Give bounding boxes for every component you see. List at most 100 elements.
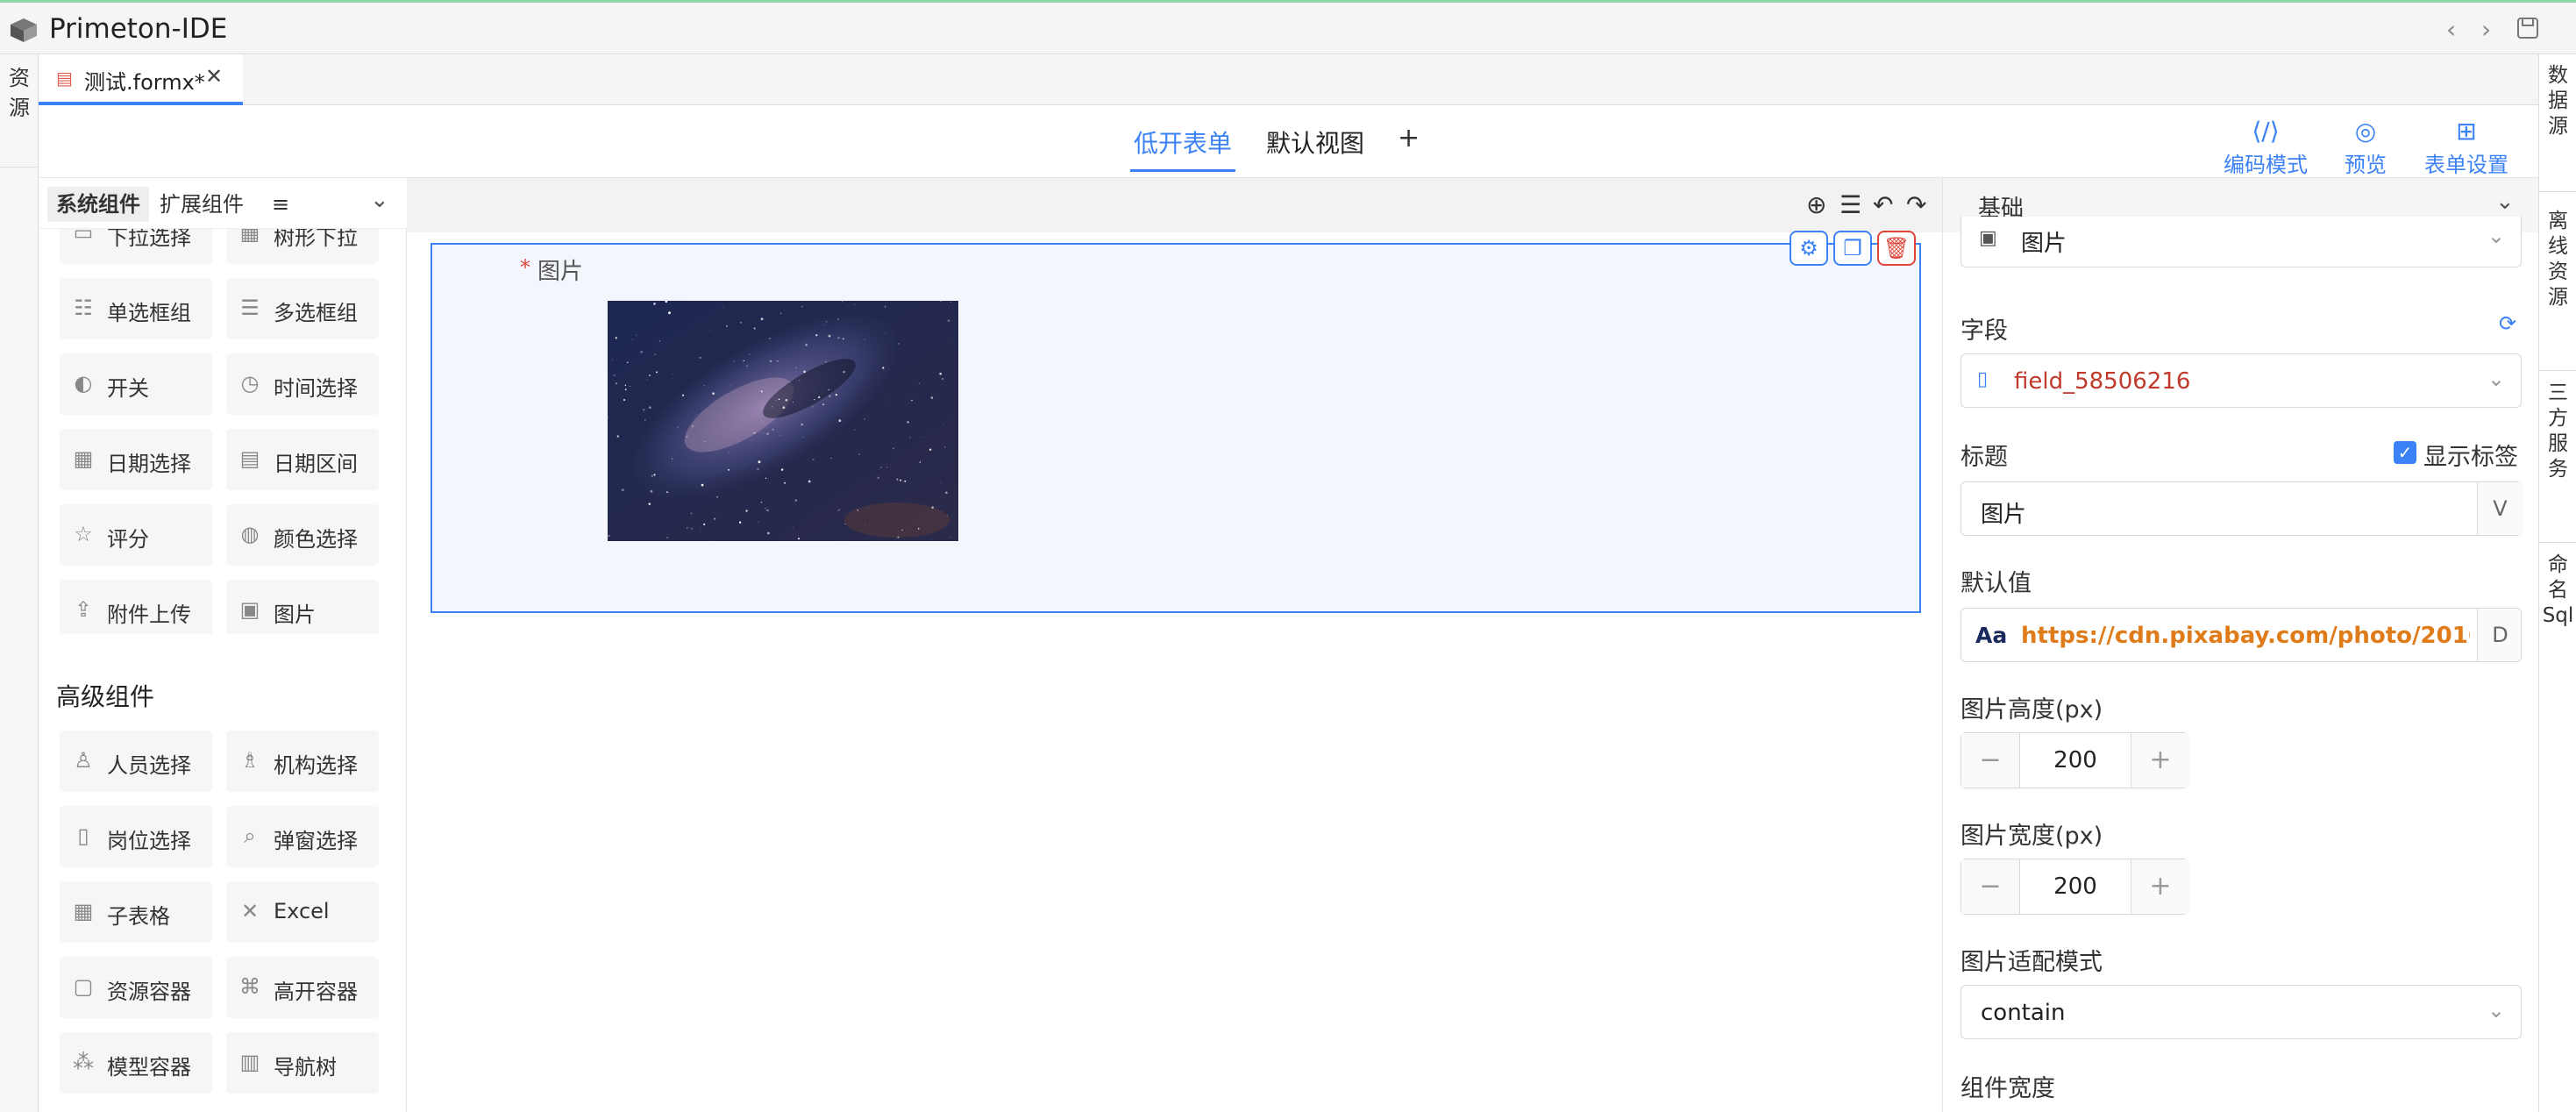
fit-mode-select[interactable]: contain ⌄: [1960, 985, 2522, 1039]
palette-item-excel[interactable]: ✕ Excel: [226, 881, 379, 943]
redo-icon[interactable]: ↷: [1906, 190, 1926, 219]
chevron-down-icon: ⌄: [2487, 224, 2505, 248]
palette-item-label: 导航树: [274, 1055, 337, 1080]
preview-label: 预览: [2345, 153, 2387, 177]
decrement-button[interactable]: −: [1961, 859, 2019, 914]
show-label-text: 显示标签: [2423, 444, 2518, 471]
decrement-button[interactable]: −: [1961, 733, 2019, 788]
add-view-button[interactable]: +: [1398, 123, 1420, 153]
palette-item-code-container[interactable]: ⌘ 高开容器: [226, 957, 379, 1018]
chevron-down-icon: ⌄: [2487, 367, 2505, 391]
advanced-components-grid: ♙ 人员选择 ♗ 机构选择 ▯ 岗位选择 ⌕ 弹窗选择 ▦ 子表格 ✕ Excel ▢ 资源容器 ⌘ 高开容器…: [39, 178, 407, 1112]
file-icon: ▤: [56, 68, 73, 89]
palette-item-popup-search[interactable]: ⌕ 弹窗选择: [226, 806, 379, 867]
image-height-stepper[interactable]: − 200 +: [1960, 732, 2189, 788]
default-value-text: https://cdn.pixabay.com/photo/2016/11/2: [2021, 623, 2470, 649]
palette-item-model[interactable]: ⁂ 模型容器: [60, 1032, 212, 1094]
copy-icon[interactable]: ❐: [1833, 231, 1872, 266]
refresh-icon[interactable]: ⟳: [2499, 311, 2516, 336]
rail-tab-datasource[interactable]: 数据源: [2539, 63, 2576, 139]
palette-item-org[interactable]: ♗ 机构选择: [226, 731, 379, 792]
palette-item-label: 资源容器: [107, 980, 191, 1004]
org-icon: ♗: [240, 748, 260, 773]
container-icon: ▢: [73, 974, 94, 999]
properties-panel: 基础 ⌄ ▣ 图片 ⌄ 字段 ⟳ ▯ field_58506216 ⌄ 标题 ✓…: [1942, 178, 2538, 1112]
component-palette: 系统组件 扩展组件 ≡ ⌄ ▭ 下拉选择 ▦ 树形下拉 ☷ 单选框组 ☰ 多选框组 ◐ 开关 ◷ 时间…: [39, 178, 407, 1112]
back-button[interactable]: ‹: [2446, 15, 2456, 44]
palette-item-label: 弹窗选择: [274, 829, 358, 853]
palette-item-table[interactable]: ▦ 子表格: [60, 881, 212, 943]
component-width-label: 组件宽度: [1960, 1075, 2055, 1102]
palette-tabs: 系统组件 扩展组件 ≡ ⌄: [39, 178, 407, 229]
tab-lowcode-form[interactable]: 低开表单: [1129, 125, 1236, 172]
delete-icon[interactable]: 🗑: [1877, 231, 1916, 266]
increment-button[interactable]: +: [2131, 733, 2189, 788]
tab-default-view[interactable]: 默认视图: [1266, 125, 1364, 160]
show-label-checkbox[interactable]: ✓: [2394, 441, 2416, 464]
rail-tab-named-sql[interactable]: 命名Sql: [2539, 552, 2576, 629]
outline-icon[interactable]: ☰: [1839, 190, 1861, 219]
selected-image-field[interactable]: * 图片 ⚙ ❐ 🗑: [431, 231, 1921, 613]
title-input[interactable]: 图片 V: [1960, 481, 2523, 536]
undo-icon[interactable]: ↶: [1873, 190, 1893, 219]
image-icon: ▣: [1979, 227, 1997, 249]
fit-mode-label: 图片适配模式: [1960, 949, 2103, 976]
popup-search-icon: ⌕: [244, 823, 256, 848]
palette-menu-icon[interactable]: ≡: [263, 187, 298, 222]
rail-tab-offline[interactable]: 离线资源: [2539, 209, 2576, 310]
field-label: 图片: [537, 259, 584, 285]
code-container-icon: ⌘: [239, 974, 260, 999]
default-value-button[interactable]: D: [2477, 609, 2521, 661]
form-canvas: ⊕ ☰ ↶ ↷ * 图片 ⚙ ❐ 🗑: [407, 178, 1942, 1112]
chevron-down-icon[interactable]: ⌄: [370, 187, 389, 213]
palette-item-label: Excel: [274, 899, 330, 923]
preview-button[interactable]: ◎ 预览: [2345, 116, 2387, 178]
editor-tab-label: 测试.formx*: [84, 70, 205, 95]
palette-item-container[interactable]: ▢ 资源容器: [60, 957, 212, 1018]
tab-extension-components[interactable]: 扩展组件: [151, 187, 253, 222]
palette-item-person[interactable]: ♙ 人员选择: [60, 731, 212, 792]
badge-icon: ▯: [77, 823, 89, 848]
save-icon[interactable]: [2516, 17, 2539, 39]
palette-item-nav-tree[interactable]: ▥ 导航树: [226, 1032, 379, 1094]
close-icon[interactable]: ✕: [205, 64, 223, 89]
image-width-value[interactable]: 200: [2019, 859, 2131, 914]
tab-system-components[interactable]: 系统组件: [47, 187, 149, 222]
code-mode-button[interactable]: ⟨/⟩ 编码模式: [2224, 116, 2308, 178]
image-height-value[interactable]: 200: [2019, 733, 2131, 788]
rail-divider: [2539, 191, 2576, 192]
gear-icon[interactable]: ⚙: [1790, 231, 1828, 266]
rail-divider: [2539, 542, 2576, 543]
title-bar: Primeton-IDE ‹ ›: [0, 0, 2576, 54]
fit-mode-value: contain: [1981, 1000, 2066, 1026]
left-rail: 资源: [0, 54, 39, 1112]
right-rail: 数据源 离线资源 三方服务 命名Sql: [2538, 54, 2576, 1112]
component-type-value: 图片: [2021, 231, 2067, 257]
required-mark: *: [520, 255, 530, 280]
image-width-label: 图片宽度(px): [1960, 823, 2103, 850]
rail-divider: [0, 167, 39, 168]
rail-tab-third-party[interactable]: 三方服务: [2539, 381, 2576, 482]
chevron-down-icon: ⌄: [2487, 998, 2505, 1023]
increment-button[interactable]: +: [2131, 859, 2189, 914]
image-height-label: 图片高度(px): [1960, 696, 2103, 724]
palette-item-badge[interactable]: ▯ 岗位选择: [60, 806, 212, 867]
forward-button[interactable]: ›: [2481, 15, 2491, 44]
form-settings-button[interactable]: ⊞ 表单设置: [2424, 116, 2508, 178]
canvas-toolbar: ⊕ ☰ ↶ ↷: [407, 178, 1942, 232]
palette-item-label: 模型容器: [107, 1055, 191, 1080]
resource-rail-tab[interactable]: 资源: [5, 63, 33, 123]
form-settings-label: 表单设置: [2424, 153, 2508, 177]
title-prop-label: 标题: [1960, 444, 2008, 471]
title-variable-button[interactable]: V: [2477, 482, 2523, 535]
field-select[interactable]: ▯ field_58506216 ⌄: [1960, 353, 2522, 408]
title-value: 图片: [1981, 502, 2027, 528]
component-type-select[interactable]: ▣ 图片 ⌄: [1960, 217, 2522, 267]
chevron-down-icon[interactable]: ⌄: [2495, 189, 2515, 215]
palette-item-label: 高开容器: [274, 980, 358, 1004]
code-mode-label: 编码模式: [2224, 153, 2308, 177]
image-width-stepper[interactable]: − 200 +: [1960, 859, 2189, 915]
editor-tab[interactable]: ▤ 测试.formx* ✕: [39, 54, 243, 105]
default-value-input[interactable]: Aa https://cdn.pixabay.com/photo/2016/11…: [1960, 608, 2522, 662]
globe-icon[interactable]: ⊕: [1806, 190, 1826, 219]
